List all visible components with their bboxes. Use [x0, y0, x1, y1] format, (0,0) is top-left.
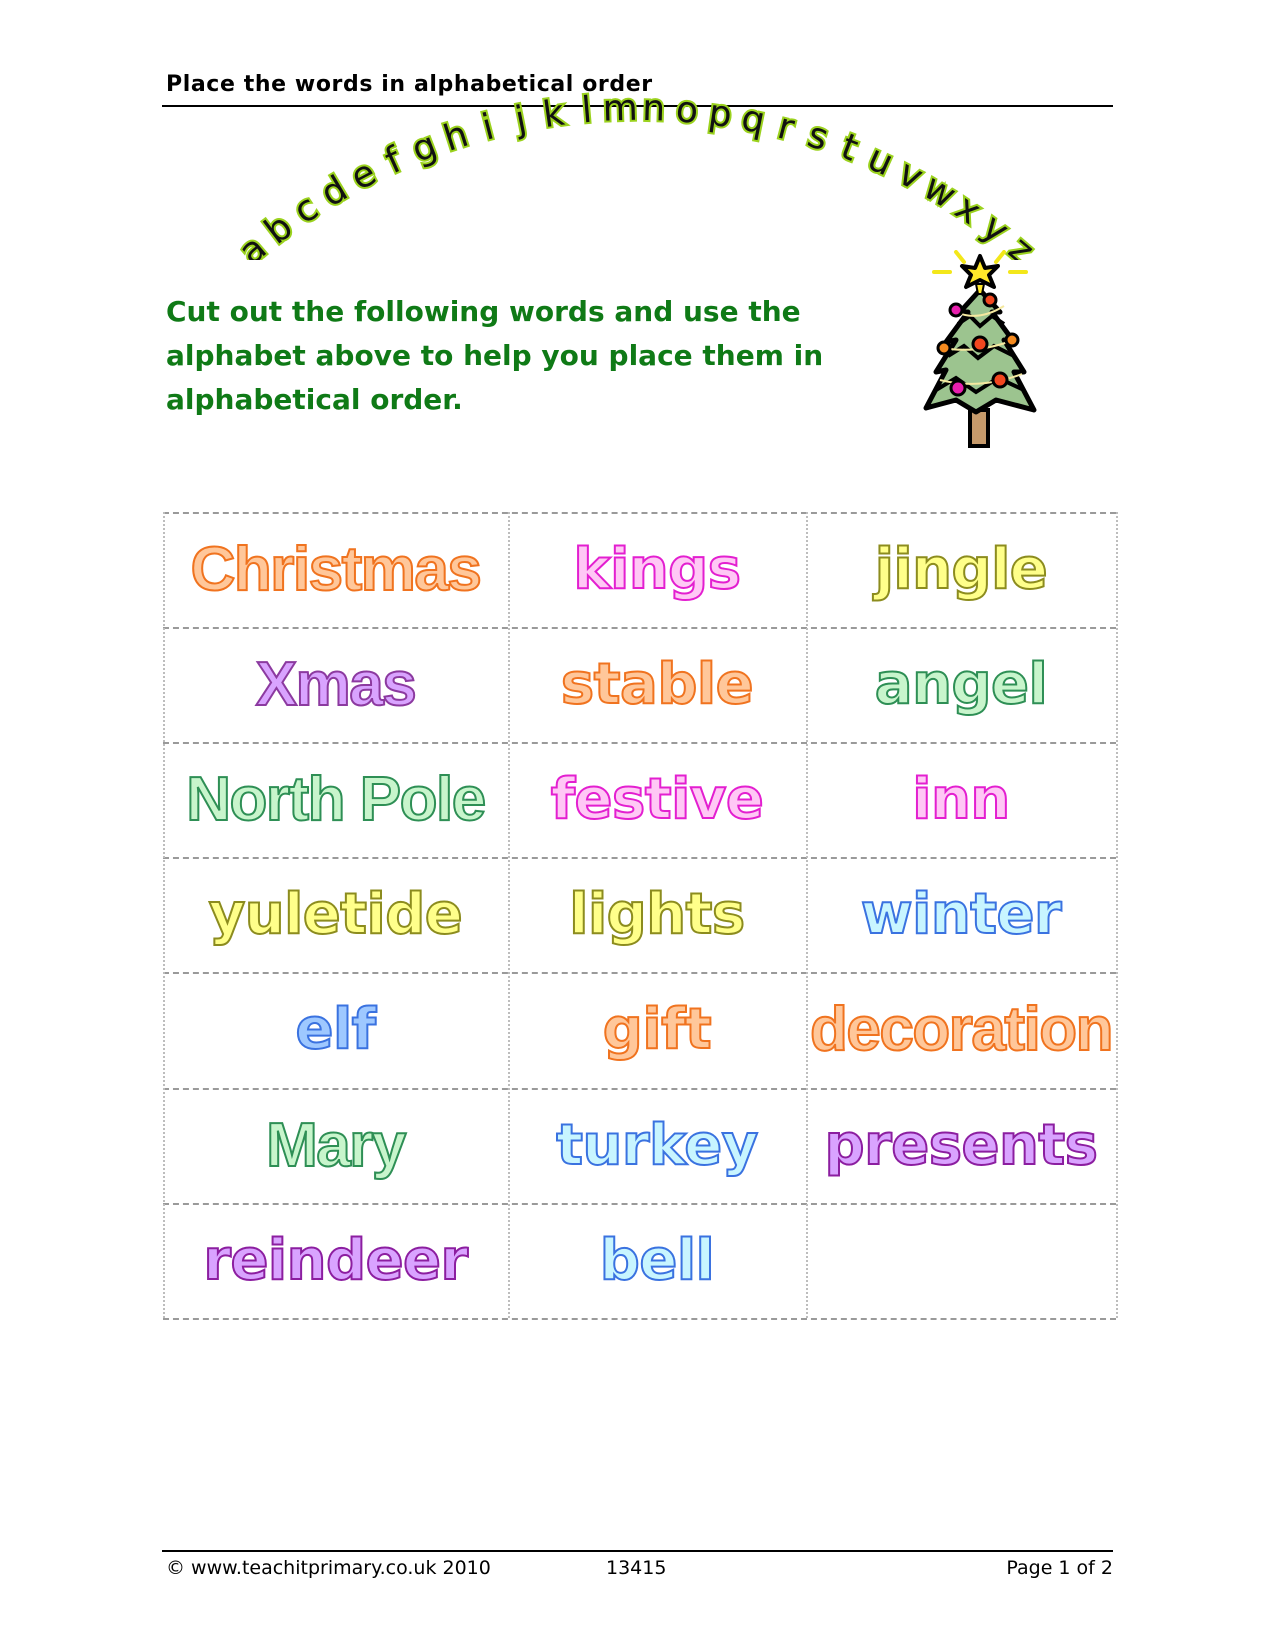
word-card: turkey: [508, 1088, 806, 1203]
alphabet-letter: i: [478, 106, 498, 148]
christmas-tree-icon: [923, 250, 1037, 448]
word-card: kings: [508, 512, 806, 627]
alphabet-letter: q: [738, 98, 768, 143]
alphabet-letter: c: [286, 187, 325, 232]
alphabet-letter: u: [862, 138, 900, 185]
alphabet-letter: m: [602, 88, 638, 130]
word-card: decoration: [806, 972, 1116, 1087]
word-card: bell: [508, 1203, 806, 1318]
footer-page-number: Page 1 of 2: [1006, 1557, 1113, 1579]
word-card: reindeer: [163, 1203, 508, 1318]
word-card: presents: [806, 1088, 1116, 1203]
empty-card: [806, 1203, 1116, 1318]
footer-resource-code: 13415: [606, 1557, 667, 1579]
word-card-text: decoration: [809, 994, 1114, 1065]
word-card-text: winter: [860, 881, 1063, 948]
word-card-text: gift: [602, 996, 713, 1063]
word-card: Xmas: [163, 627, 508, 742]
alphabet-letter: b: [257, 206, 300, 252]
footer-divider: [162, 1550, 1113, 1552]
alphabet-letter: e: [344, 152, 383, 199]
alphabet-letter: t: [836, 126, 864, 169]
word-card-text: yuletide: [208, 881, 464, 948]
word-card: Mary: [163, 1088, 508, 1203]
word-card-text: Christmas: [190, 534, 483, 605]
word-card-text: Xmas: [255, 649, 418, 720]
alphabet-letter: y: [974, 206, 1016, 252]
word-card: gift: [508, 972, 806, 1087]
instructions-text: Cut out the following words and use the …: [166, 295, 824, 416]
word-card-text: North Pole: [185, 764, 487, 835]
alphabet-letter: d: [314, 168, 355, 215]
footer-copyright: © www.teachitprimary.co.uk 2010: [166, 1557, 491, 1579]
alphabet-letter: k: [540, 93, 567, 137]
word-card-text: angel: [874, 651, 1049, 718]
word-card: North Pole: [163, 742, 508, 857]
word-card-text: lights: [568, 881, 746, 948]
word-card-text: kings: [572, 536, 742, 603]
alphabet-letter: r: [774, 106, 799, 149]
word-card-text: stable: [560, 651, 755, 718]
word-card: jingle: [806, 512, 1116, 627]
word-card-text: reindeer: [202, 1227, 469, 1294]
word-card-text: turkey: [555, 1112, 759, 1179]
word-card: lights: [508, 857, 806, 972]
word-card-text: jingle: [874, 536, 1049, 603]
word-card-text: bell: [599, 1227, 716, 1294]
word-card: elf: [163, 972, 508, 1087]
word-card-text: inn: [911, 766, 1011, 833]
alphabet-arc: abcdefgh i j k l m n o p q r s tuvwxyz: [229, 86, 1044, 260]
word-cards-grid: Christmas kings jingle Xmas stable angel North…: [163, 512, 1118, 1320]
word-card: festive: [508, 742, 806, 857]
alphabet-letter: l: [580, 90, 593, 132]
word-card-text: elf: [294, 996, 377, 1063]
cut-line-horizontal: [163, 1317, 1116, 1320]
word-card: Christmas: [163, 512, 508, 627]
word-card-text: presents: [824, 1112, 1099, 1179]
alphabet-letter: j: [511, 99, 530, 141]
word-card-text: festive: [550, 766, 765, 833]
alphabet-letter: h: [439, 114, 473, 160]
alphabet-letter: p: [706, 93, 734, 137]
word-card-text: Mary: [265, 1110, 407, 1181]
alphabet-letter: f: [379, 139, 409, 182]
word-card: angel: [806, 627, 1116, 742]
word-card: inn: [806, 742, 1116, 857]
word-card: stable: [508, 627, 806, 742]
alphabet-letter: n: [642, 88, 666, 130]
word-card: yuletide: [163, 857, 508, 972]
alphabet-letter: s: [803, 114, 833, 159]
word-card: winter: [806, 857, 1116, 972]
alphabet-letter: o: [674, 89, 699, 132]
cut-line-vertical: [1116, 512, 1118, 1318]
alphabet-letter: g: [406, 125, 442, 171]
